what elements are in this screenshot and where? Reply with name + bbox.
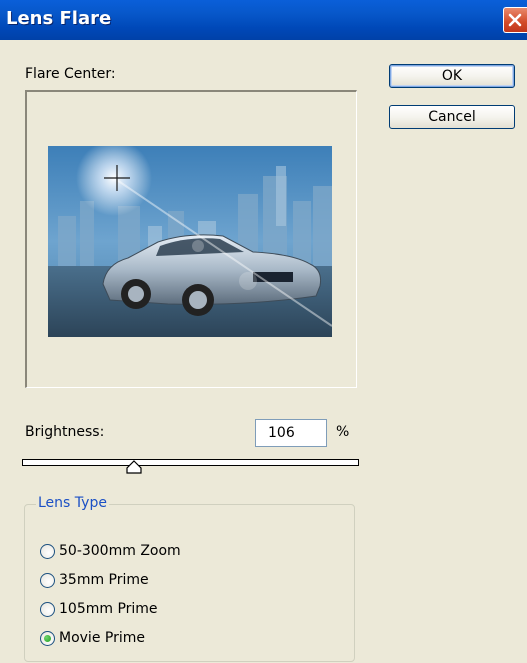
brightness-input[interactable]: 106 xyxy=(255,419,327,447)
radio-button[interactable] xyxy=(40,544,55,559)
brightness-label: Brightness: xyxy=(25,424,105,440)
ok-button[interactable]: OK xyxy=(389,64,515,88)
window-title: Lens Flare xyxy=(6,8,112,29)
brightness-slider-track[interactable] xyxy=(22,459,359,466)
radio-selected-dot xyxy=(44,635,51,642)
close-button[interactable] xyxy=(503,7,527,33)
brightness-unit: % xyxy=(336,424,350,440)
flare-center-label: Flare Center: xyxy=(25,66,116,82)
title-bar[interactable]: Lens Flare xyxy=(0,0,527,40)
radio-label: 50-300mm Zoom xyxy=(59,543,181,559)
radio-label: 35mm Prime xyxy=(59,572,149,588)
radio-button[interactable] xyxy=(40,631,55,646)
radio-label: 105mm Prime xyxy=(59,601,158,617)
close-icon xyxy=(508,13,522,27)
crosshair-icon[interactable] xyxy=(104,165,130,191)
preview-image[interactable] xyxy=(48,146,332,337)
radio-label: Movie Prime xyxy=(59,630,145,646)
radio-button[interactable] xyxy=(40,573,55,588)
brightness-slider-thumb[interactable] xyxy=(125,460,142,474)
lens-type-legend: Lens Type xyxy=(36,495,109,511)
radio-button[interactable] xyxy=(40,602,55,617)
cancel-button[interactable]: Cancel xyxy=(389,105,515,129)
